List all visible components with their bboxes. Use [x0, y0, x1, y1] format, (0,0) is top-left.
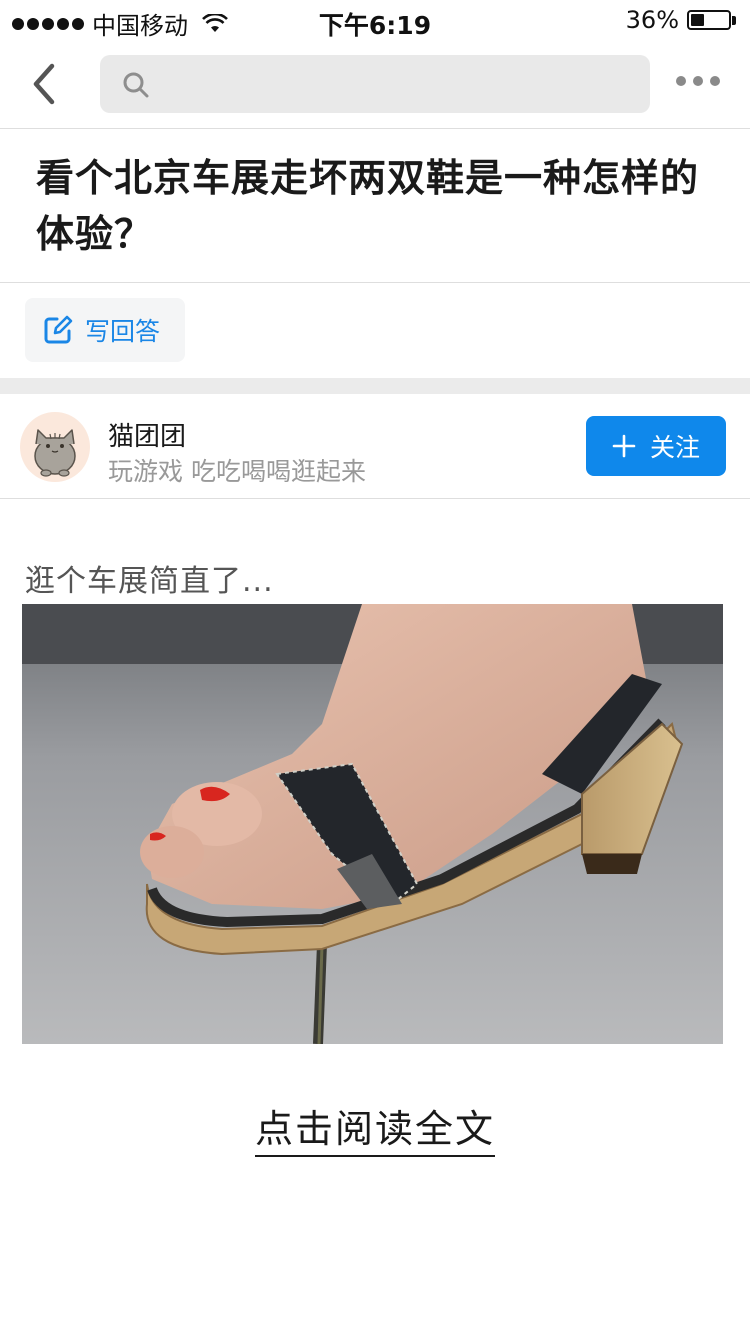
edit-icon	[44, 315, 73, 344]
write-answer-label: 写回答	[85, 317, 161, 346]
battery-icon	[687, 10, 731, 30]
more-options-icon[interactable]	[676, 76, 720, 86]
section-separator	[0, 378, 750, 394]
answer-image[interactable]	[22, 604, 723, 1044]
back-arrow-icon[interactable]	[24, 62, 68, 106]
battery-fill	[691, 14, 704, 26]
question-title[interactable]: 看个北京车展走坏两双鞋是一种怎样的体验？	[36, 150, 726, 262]
author-bio: 玩游戏 吃吃喝喝逛起来	[108, 457, 366, 486]
follow-button[interactable]: 关注	[586, 416, 726, 476]
broken-sandal-photo	[22, 604, 723, 1044]
status-bar: 中国移动 下午6:19 36%	[0, 0, 750, 40]
follow-label: 关注	[649, 433, 700, 462]
status-right: 36%	[626, 6, 736, 34]
read-more-link[interactable]: 点击阅读全文	[0, 1098, 750, 1157]
battery-percent: 36%	[625, 6, 679, 34]
read-more-label[interactable]: 点击阅读全文	[254, 1107, 495, 1157]
search-icon	[123, 72, 149, 98]
write-answer-button[interactable]: 写回答	[25, 298, 185, 362]
author-name[interactable]: 猫团团	[108, 416, 186, 453]
answer-excerpt[interactable]: 逛个车展简直了...	[25, 556, 274, 600]
navigation-bar	[0, 40, 750, 129]
author-row: 猫团团 玩游戏 吃吃喝喝逛起来 关注	[0, 394, 750, 499]
divider	[0, 282, 750, 283]
avatar[interactable]	[20, 412, 90, 482]
search-input[interactable]	[100, 55, 650, 113]
battery-tip	[732, 15, 736, 25]
cat-avatar-icon	[34, 429, 76, 477]
plus-icon	[612, 434, 636, 458]
